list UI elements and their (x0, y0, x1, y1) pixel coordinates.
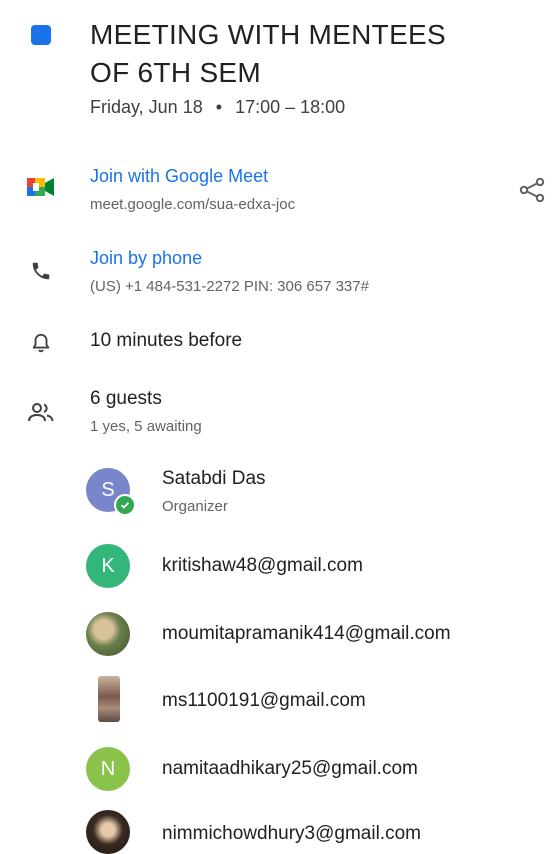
google-meet-icon (24, 170, 58, 204)
event-title-line-2: OF 6TH SEM (90, 57, 262, 88)
avatar-initial: S (101, 478, 115, 501)
datetime-separator: • (215, 97, 223, 117)
check-icon (114, 494, 136, 516)
avatar[interactable] (98, 676, 120, 722)
avatar[interactable]: K (86, 544, 130, 588)
event-color-swatch (31, 25, 51, 45)
guest-name[interactable]: kritishaw48@gmail.com (162, 555, 363, 577)
guest-count: 6 guests (90, 388, 162, 409)
join-by-phone-link[interactable]: Join by phone (90, 248, 202, 269)
meet-url[interactable]: meet.google.com/sua-edxa-joc (90, 196, 295, 213)
reminder-text[interactable]: 10 minutes before (90, 330, 242, 352)
guest-name[interactable]: namitaadhikary25@gmail.com (162, 758, 418, 780)
bell-icon (24, 326, 58, 360)
share-icon[interactable] (516, 174, 548, 206)
avatar[interactable] (86, 810, 130, 854)
event-date: Friday, Jun 18 (90, 97, 203, 117)
avatar[interactable]: N (86, 747, 130, 791)
avatar[interactable]: S (86, 468, 136, 516)
phone-icon (24, 254, 58, 288)
event-title: MEETING WITH MENTEES OF 6TH SEM (90, 16, 530, 92)
event-datetime: Friday, Jun 18 • 17:00 – 18:00 (90, 97, 345, 118)
join-meet-link[interactable]: Join with Google Meet (90, 166, 268, 187)
event-title-line-1: MEETING WITH MENTEES (90, 19, 446, 50)
guest-role: Organizer (162, 498, 228, 515)
avatar-initial: K (101, 554, 115, 577)
event-time: 17:00 – 18:00 (235, 97, 346, 117)
avatar[interactable] (86, 612, 130, 656)
guest-name[interactable]: Satabdi Das (162, 468, 266, 490)
people-icon (24, 395, 58, 429)
guest-name[interactable]: nimmichowdhury3@gmail.com (162, 823, 421, 845)
guest-name[interactable]: moumitapramanik414@gmail.com (162, 623, 451, 645)
guest-summary: 1 yes, 5 awaiting (90, 418, 202, 435)
phone-details[interactable]: (US) +1 484-531-2272 PIN: 306 657 337# (90, 278, 369, 295)
guest-name[interactable]: ms1100191@gmail.com (162, 690, 366, 712)
avatar-initial: N (100, 757, 116, 780)
